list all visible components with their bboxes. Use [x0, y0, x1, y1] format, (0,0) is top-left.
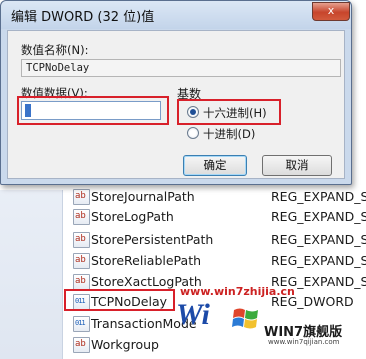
value-name: StoreReliablePath	[91, 253, 202, 268]
value-name-field: TCPNoDelay	[21, 59, 341, 77]
list-item[interactable]: ab StorePersistentPath REG_EXPAND_SZ	[73, 230, 366, 250]
string-value-icon: ab	[73, 189, 90, 205]
value-type: REG_EXPAND_SZ	[271, 232, 366, 247]
radio-decimal-label[interactable]: 十进制(D)	[203, 126, 255, 142]
dialog-title: 编辑 DWORD (32 位)值	[11, 10, 155, 25]
value-type: REG_EXPAND_SZ	[271, 209, 366, 224]
list-item[interactable]: ab StoreJournalPath REG_EXPAND_SZ	[73, 187, 366, 207]
binary-value-icon: 011	[73, 316, 90, 332]
string-value-icon: ab	[73, 253, 90, 269]
list-item[interactable]: ab StoreReliablePath REG_EXPAND_SZ	[73, 251, 366, 271]
close-button[interactable]: x	[312, 2, 350, 21]
watermark-site: www.win7qijian.com	[268, 338, 340, 346]
dialog-title-bar[interactable]: 编辑 DWORD (32 位)值	[1, 1, 351, 29]
value-type: REG_EXPAND_SZ	[271, 253, 366, 268]
value-name-label: 数值名称(N):	[21, 43, 89, 57]
value-name: StoreJournalPath	[91, 189, 195, 204]
close-icon: x	[327, 4, 335, 17]
list-item[interactable]: ab StoreLogPath REG_EXPAND_SZ	[73, 207, 366, 227]
string-value-icon: ab	[73, 232, 90, 248]
value-name: StorePersistentPath	[91, 232, 214, 247]
windows-flag-icon	[232, 308, 258, 329]
registry-tree-pane[interactable]	[0, 190, 63, 359]
value-name: Workgroup	[91, 337, 159, 352]
string-value-icon: ab	[73, 209, 90, 225]
value-type: REG_EXPAND_SZ	[271, 189, 366, 204]
string-value-icon: ab	[73, 337, 90, 353]
watermark-logo-text: Wi	[176, 298, 210, 331]
ok-button[interactable]: 确定	[183, 155, 247, 176]
hex-radio-highlight	[177, 99, 281, 125]
cancel-button[interactable]: 取消	[262, 155, 332, 176]
watermark-url: www.win7zhijia.cn	[180, 285, 295, 298]
radio-decimal[interactable]	[187, 127, 199, 139]
tcpnodelay-highlight	[64, 289, 175, 311]
value-data-highlight	[17, 96, 169, 125]
string-value-icon: ab	[73, 274, 90, 290]
value-name: StoreLogPath	[91, 209, 174, 224]
